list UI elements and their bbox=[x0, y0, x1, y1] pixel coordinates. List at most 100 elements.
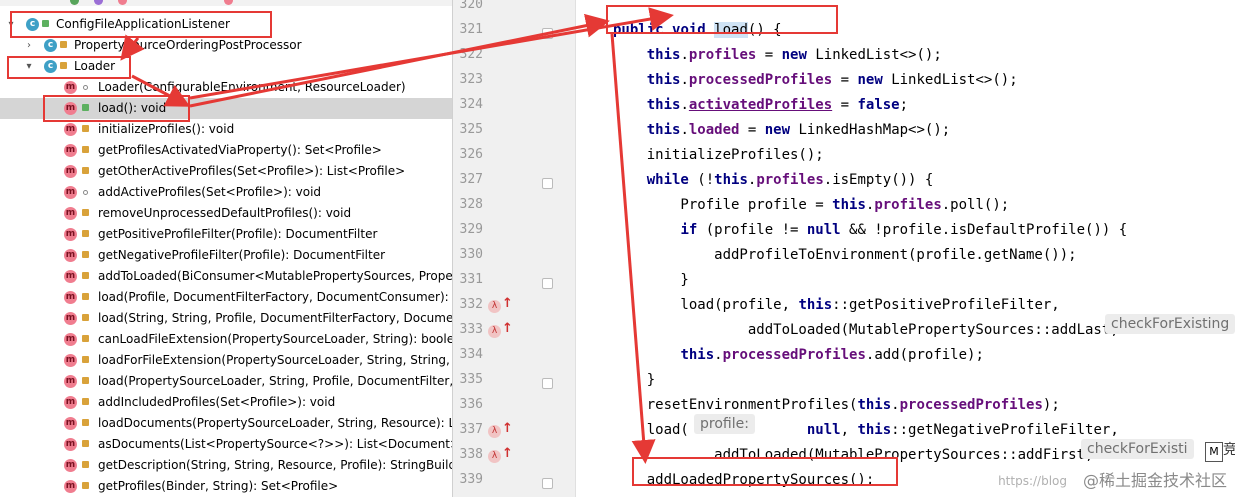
line-number: 328 bbox=[459, 197, 483, 212]
lambda-icon[interactable]: λ bbox=[488, 425, 501, 438]
line-number: 324 bbox=[459, 97, 483, 112]
tree-method-item[interactable]: m loadDocuments(PropertySourceLoader, Str… bbox=[0, 413, 452, 434]
tree-item-label: getPositiveProfileFilter(Profile): Docum… bbox=[98, 227, 378, 241]
toolbar-anonymous-icon[interactable] bbox=[224, 0, 233, 5]
line-number: 322 bbox=[459, 47, 483, 62]
tree-item-label: load(Profile, DocumentFilterFactory, Doc… bbox=[98, 290, 453, 304]
tree-method-item[interactable]: m getOtherActiveProfiles(Set<Profile>): L… bbox=[0, 161, 452, 182]
code-line[interactable]: addToLoaded(MutablePropertySources::addL… bbox=[613, 322, 1119, 338]
lambda-icon[interactable]: λ bbox=[488, 300, 501, 313]
chevron-right-icon[interactable]: › bbox=[22, 35, 36, 56]
lock-icon bbox=[82, 377, 89, 384]
lambda-icon[interactable]: λ bbox=[488, 450, 501, 463]
code-line[interactable]: Profile profile = this.profiles.poll(); bbox=[613, 197, 1009, 213]
tree-class-item[interactable]: ▾ c Loader bbox=[0, 56, 452, 77]
line-number: 334 bbox=[459, 347, 483, 362]
code-line[interactable]: this.profiles = new LinkedList<>(); bbox=[613, 47, 942, 63]
toolbar-field-icon[interactable] bbox=[70, 0, 79, 5]
gutter-separator bbox=[575, 0, 576, 497]
fold-marker-icon[interactable] bbox=[542, 478, 553, 489]
tree-item-label: PropertySourceOrderingPostProcessor bbox=[74, 38, 302, 52]
tree-method-item[interactable]: m addToLoaded(BiConsumer<MutablePropertyS… bbox=[0, 266, 452, 287]
tree-method-item[interactable]: m initializeProfiles(): void bbox=[0, 119, 452, 140]
line-number: 323 bbox=[459, 72, 483, 87]
line-number: 330 bbox=[459, 247, 483, 262]
fold-marker-icon[interactable] bbox=[542, 278, 553, 289]
tree-method-item[interactable]: m load(String, String, Profile, DocumentF… bbox=[0, 308, 452, 329]
override-arrow-icon[interactable]: ↑ bbox=[502, 446, 513, 461]
tree-method-item[interactable]: m loadForFileExtension(PropertySourceLoad… bbox=[0, 350, 452, 371]
tree-item-label: getProfiles(Binder, String): Set<Profile… bbox=[98, 479, 339, 493]
code-line[interactable]: addToLoaded(MutablePropertySources::addF… bbox=[613, 447, 1093, 463]
tree-item-label: getDescription(String, String, Resource,… bbox=[98, 458, 453, 472]
line-number: 335 bbox=[459, 372, 483, 387]
fold-marker-icon[interactable] bbox=[542, 178, 553, 189]
line-number: 325 bbox=[459, 122, 483, 137]
method-icon: m bbox=[64, 396, 77, 409]
line-number: 320 bbox=[459, 0, 483, 12]
tree-method-item[interactable]: m asDocuments(List<PropertySource<?>>): L… bbox=[0, 434, 452, 455]
code-line[interactable]: while (!this.profiles.isEmpty()) { bbox=[613, 172, 934, 188]
line-number: 338 bbox=[459, 447, 483, 462]
tree-method-item[interactable]: m load(PropertySourceLoader, String, Prof… bbox=[0, 371, 452, 392]
tree-method-item[interactable]: m load(Profile, DocumentFilterFactory, Do… bbox=[0, 287, 452, 308]
code-line[interactable]: if (profile != null && !profile.isDefaul… bbox=[613, 222, 1127, 238]
toolbar-property-icon[interactable] bbox=[94, 0, 103, 5]
toolbar-method-icon[interactable] bbox=[118, 0, 127, 5]
method-icon: m bbox=[64, 165, 77, 178]
lock-icon bbox=[82, 125, 89, 132]
lock-icon bbox=[82, 146, 89, 153]
tree-item-label: getProfilesActivatedViaProperty(): Set<P… bbox=[98, 143, 382, 157]
code-line[interactable]: resetEnvironmentProfiles(this.processedP… bbox=[613, 397, 1060, 413]
code-line[interactable]: load( null, this::getNegativeProfileFilt… bbox=[613, 422, 1119, 438]
lambda-icon[interactable]: λ bbox=[488, 325, 501, 338]
tree-method-item[interactable]: m Loader(ConfigurableEnvironment, Resourc… bbox=[0, 77, 452, 98]
chevron-down-icon[interactable]: ▾ bbox=[4, 14, 18, 35]
param-hint-checkForExisting: checkForExisting bbox=[1105, 314, 1235, 334]
tree-class-item[interactable]: ▾ c ConfigFileApplicationListener bbox=[0, 14, 452, 35]
code-line[interactable]: this.processedProfiles.add(profile); bbox=[613, 347, 983, 363]
override-arrow-icon[interactable]: ↑ bbox=[502, 321, 513, 336]
code-line[interactable]: initializeProfiles(); bbox=[613, 147, 824, 163]
tree-method-item[interactable]: m getProfiles(Binder, String): Set<Profil… bbox=[0, 476, 452, 497]
code-line[interactable]: } bbox=[613, 372, 655, 388]
line-number: 336 bbox=[459, 397, 483, 412]
lock-icon bbox=[82, 209, 89, 216]
line-number: 333 bbox=[459, 322, 483, 337]
code-line[interactable]: addLoadedPropertySources(); bbox=[613, 472, 875, 488]
code-line[interactable]: public void load() { bbox=[613, 22, 782, 38]
structure-toolbar bbox=[0, 0, 452, 6]
tree-method-item[interactable]: m removeUnprocessedDefaultProfiles(): voi… bbox=[0, 203, 452, 224]
lock-icon bbox=[82, 398, 89, 405]
lock-icon bbox=[60, 62, 67, 69]
class-icon: c bbox=[44, 60, 57, 73]
code-line[interactable]: addProfileToEnvironment(profile.getName(… bbox=[613, 247, 1076, 263]
code-line[interactable]: } bbox=[613, 272, 688, 288]
tree-method-item[interactable]: m getPositiveProfileFilter(Profile): Docu… bbox=[0, 224, 452, 245]
method-icon: m bbox=[64, 375, 77, 388]
fold-marker-icon[interactable] bbox=[542, 28, 553, 39]
line-number: 329 bbox=[459, 222, 483, 237]
override-arrow-icon[interactable]: ↑ bbox=[502, 421, 513, 436]
tree-method-item[interactable]: m getDescription(String, String, Resource… bbox=[0, 455, 452, 476]
tree-class-item[interactable]: › c PropertySourceOrderingPostProcessor bbox=[0, 35, 452, 56]
chevron-down-icon[interactable]: ▾ bbox=[22, 56, 36, 77]
tree-method-item[interactable]: m load(): void bbox=[0, 98, 452, 119]
method-icon: m bbox=[64, 123, 77, 136]
tree-method-item[interactable]: m canLoadFileExtension(PropertySourceLoad… bbox=[0, 329, 452, 350]
watermark-url: https://blog bbox=[998, 474, 1067, 488]
tree-method-item[interactable]: m getNegativeProfileFilter(Profile): Docu… bbox=[0, 245, 452, 266]
code-line[interactable]: this.processedProfiles = new LinkedList<… bbox=[613, 72, 1018, 88]
code-line[interactable]: load(profile, this::getPositiveProfileFi… bbox=[613, 297, 1059, 313]
tree-method-item[interactable]: m addActiveProfiles(Set<Profile>): void bbox=[0, 182, 452, 203]
code-line[interactable]: this.loaded = new LinkedHashMap<>(); bbox=[613, 122, 950, 138]
tree-method-item[interactable]: m getProfilesActivatedViaProperty(): Set<… bbox=[0, 140, 452, 161]
line-number: 321 bbox=[459, 22, 483, 37]
tree-method-item[interactable]: m addIncludedProfiles(Set<Profile>): void bbox=[0, 392, 452, 413]
tree-item-label: canLoadFileExtension(PropertySourceLoade… bbox=[98, 332, 453, 346]
method-icon: m bbox=[64, 480, 77, 493]
override-arrow-icon[interactable]: ↑ bbox=[502, 296, 513, 311]
code-line[interactable]: this.activatedProfiles = false; bbox=[613, 97, 908, 113]
tree-item-label: getOtherActiveProfiles(Set<Profile>): Li… bbox=[98, 164, 406, 178]
fold-marker-icon[interactable] bbox=[542, 378, 553, 389]
